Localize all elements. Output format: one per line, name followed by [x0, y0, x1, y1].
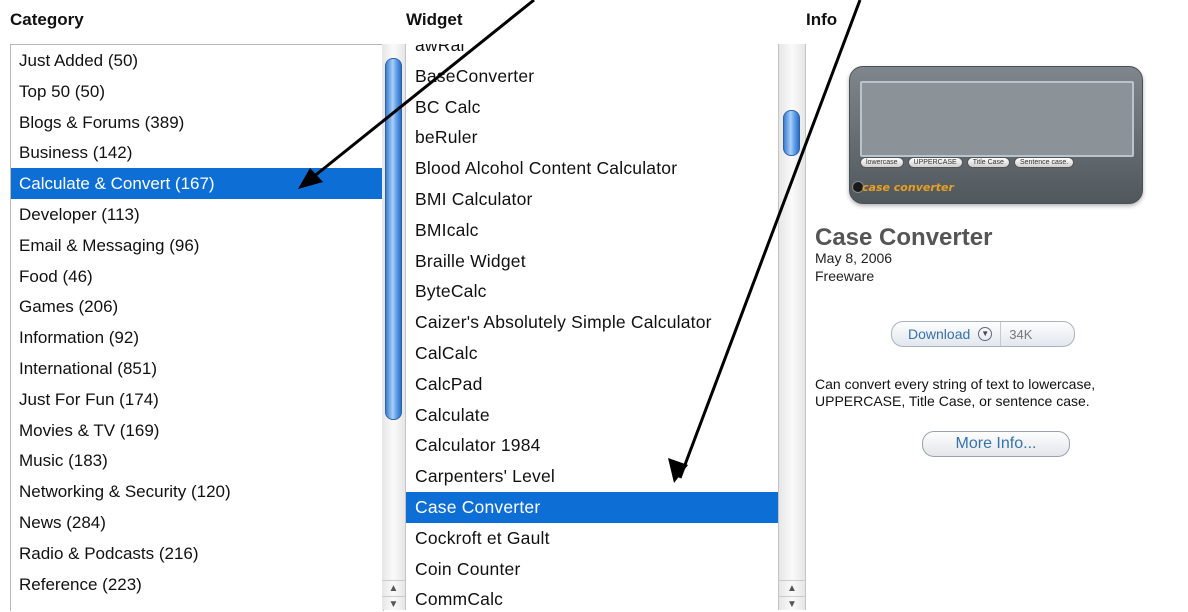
widget-item[interactable]: Carpenters' Level	[406, 461, 778, 492]
category-item[interactable]: Top 50 (50)	[11, 76, 383, 107]
category-item[interactable]: Just For Fun (174)	[11, 384, 383, 415]
scroll-up-arrow-icon[interactable]: ▲	[779, 580, 805, 596]
widget-item[interactable]: BC Calc	[406, 92, 778, 123]
category-column-header: Category	[10, 10, 84, 29]
category-item[interactable]: Developer (113)	[11, 199, 383, 230]
widget-license: Freeware	[815, 268, 875, 284]
thumbnail-brand: case converter	[862, 181, 954, 194]
widget-item[interactable]: Coin Counter	[406, 554, 778, 585]
category-scroll-thumb[interactable]	[385, 58, 402, 420]
category-item[interactable]: Email & Messaging (96)	[11, 230, 383, 261]
thumbnail-text-area	[860, 81, 1134, 157]
category-item[interactable]: Reference (223)	[11, 569, 383, 600]
category-list[interactable]: Just Added (50) Top 50 (50) Blogs & Forums…	[10, 44, 384, 611]
category-item[interactable]: Just Added (50)	[11, 45, 383, 76]
more-info-button[interactable]: More Info...	[922, 431, 1070, 457]
widget-description: Can convert every string of text to lowe…	[815, 376, 1096, 409]
category-item[interactable]: News (284)	[11, 507, 383, 538]
category-item[interactable]: Business (142)	[11, 137, 383, 168]
download-size: 34K	[1009, 326, 1033, 342]
widget-item[interactable]: Blood Alcohol Content Calculator	[406, 153, 778, 184]
widget-item[interactable]: awRal	[406, 44, 778, 61]
widget-item[interactable]: CalCalc	[406, 338, 778, 369]
category-item[interactable]: Radio & Podcasts (216)	[11, 538, 383, 569]
widget-title: Case Converter	[815, 224, 993, 251]
scroll-up-arrow-icon[interactable]: ▲	[382, 580, 405, 596]
widget-item[interactable]: BMIcalc	[406, 215, 778, 246]
widget-item[interactable]: BMI Calculator	[406, 184, 778, 215]
widget-item[interactable]: Braille Widget	[406, 246, 778, 277]
category-item[interactable]: Games (206)	[11, 291, 383, 322]
category-item[interactable]: Music (183)	[11, 445, 383, 476]
thumbnail-button: Title Case	[966, 157, 1010, 168]
widget-item[interactable]: Calculator 1984	[406, 430, 778, 461]
thumbnail-button: UPPERCASE	[907, 157, 963, 168]
widget-thumbnail: lowercase UPPERCASE Title Case Sentence cas…	[849, 66, 1143, 204]
download-label: Download	[908, 326, 971, 342]
widget-item[interactable]: beRuler	[406, 122, 778, 153]
category-item[interactable]: Food (46)	[11, 261, 383, 292]
info-column-header: Info	[806, 10, 838, 29]
category-item[interactable]: Blogs & Forums (389)	[11, 107, 383, 138]
widget-scrollbar[interactable]: ▲ ▼	[778, 44, 806, 610]
widget-date: May 8, 2006	[815, 250, 893, 266]
thumbnail-button: Sentence case.	[1013, 157, 1075, 168]
category-item[interactable]: Information (92)	[11, 322, 383, 353]
category-item[interactable]: Movies & TV (169)	[11, 415, 383, 446]
widget-item[interactable]: ByteCalc	[406, 276, 778, 307]
widget-item[interactable]: BaseConverter	[406, 61, 778, 92]
widget-item[interactable]: CalcPad	[406, 369, 778, 400]
category-scrollbar[interactable]: ▲ ▼	[382, 44, 406, 610]
widget-item[interactable]: Case Converter	[406, 491, 778, 523]
widget-list[interactable]: awRal BaseConverter BC Calc beRuler Blood Al…	[406, 44, 778, 610]
widget-item[interactable]: Calculate	[406, 400, 778, 431]
download-button[interactable]: Download ▼ 34K	[891, 321, 1075, 347]
widget-item[interactable]: CommCalc	[406, 584, 778, 610]
thumbnail-buttons: lowercase UPPERCASE Title Case Sentence cas…	[860, 157, 1075, 168]
widget-column-header: Widget	[406, 10, 463, 29]
widget-scroll-thumb[interactable]	[783, 110, 800, 156]
widget-item[interactable]: Caizer's Absolutely Simple Calculator	[406, 307, 778, 338]
thumbnail-button: lowercase	[860, 157, 904, 168]
category-item[interactable]: International (851)	[11, 353, 383, 384]
chevron-down-icon[interactable]: ▼	[978, 327, 993, 341]
category-item[interactable]: Calculate & Convert (167)	[11, 168, 383, 199]
category-item[interactable]: Networking & Security (120)	[11, 476, 383, 507]
info-panel: lowercase UPPERCASE Title Case Sentence cas…	[805, 44, 1188, 610]
widget-item[interactable]: Cockroft et Gault	[406, 523, 778, 554]
